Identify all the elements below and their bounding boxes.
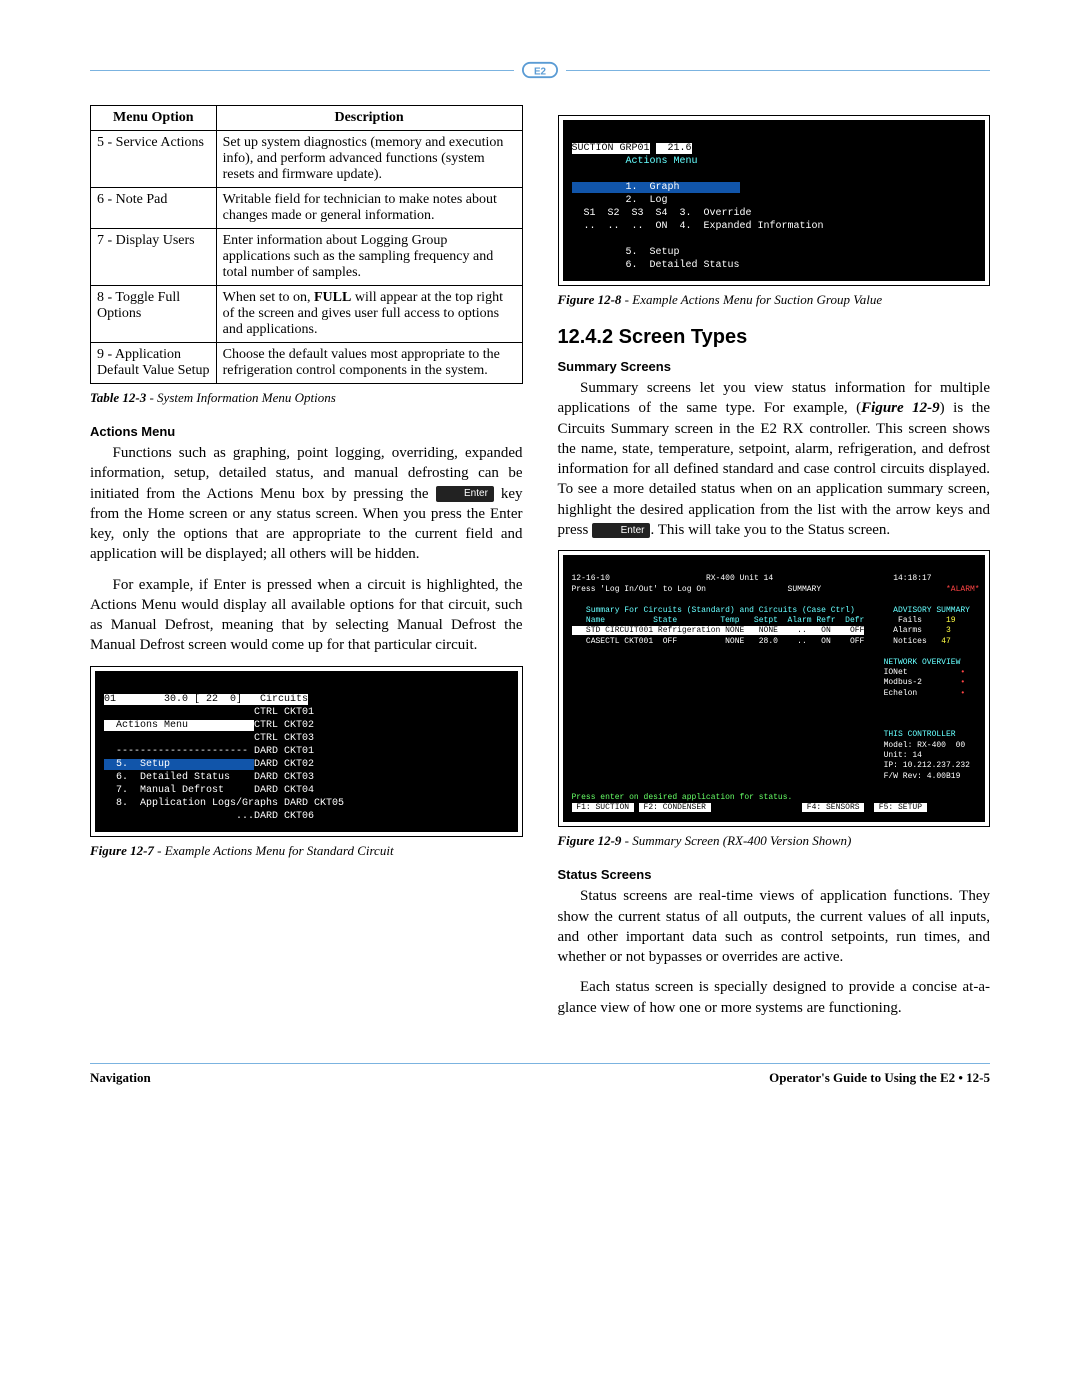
e2-logo-icon: E2 <box>522 60 558 80</box>
body-text: For example, if Enter is pressed when a … <box>90 575 523 656</box>
figure-12-8: SUCTION GRP01 21.6 Actions Menu 1. Graph… <box>558 115 991 286</box>
svg-text:E2: E2 <box>534 67 547 78</box>
enter-key-icon: Enter <box>592 523 650 539</box>
figure-caption: Figure 12-8 - Example Actions Menu for S… <box>558 292 991 308</box>
body-text: Summary screens let you view status info… <box>558 378 991 540</box>
heading-status-screens: Status Screens <box>558 867 991 882</box>
body-text: Status screens are real-time views of ap… <box>558 886 991 967</box>
col-header-desc: Description <box>216 106 522 131</box>
heading-summary-screens: Summary Screens <box>558 359 991 374</box>
footer-left: Navigation <box>90 1070 151 1086</box>
table-row: 7 - Display Users Enter information abou… <box>91 229 523 286</box>
figure-12-9: 12-16-10 RX-400 Unit 14 14:18:17 Press '… <box>558 550 991 827</box>
footer-right: Operator's Guide to Using the E2 • 12-5 <box>769 1070 990 1086</box>
system-info-menu-table: Menu Option Description 5 - Service Acti… <box>90 105 523 384</box>
heading-screen-types: 12.4.2 Screen Types <box>558 326 991 349</box>
header-rule: E2 <box>90 60 990 80</box>
table-row: 9 - Application Default Value Setup Choo… <box>91 343 523 384</box>
col-header-option: Menu Option <box>91 106 217 131</box>
page-footer: Navigation Operator's Guide to Using the… <box>90 1063 990 1086</box>
table-row: 5 - Service Actions Set up system diagno… <box>91 131 523 188</box>
table-row: 6 - Note Pad Writable field for technici… <box>91 188 523 229</box>
table-row: 8 - Toggle Full Options When set to on, … <box>91 286 523 343</box>
figure-caption: Figure 12-7 - Example Actions Menu for S… <box>90 843 523 859</box>
figure-caption: Figure 12-9 - Summary Screen (RX-400 Ver… <box>558 833 991 849</box>
table-caption: Table 12-3 - System Information Menu Opt… <box>90 390 523 406</box>
body-text: Functions such as graphing, point loggin… <box>90 443 523 565</box>
enter-key-icon: Enter <box>436 486 494 502</box>
figure-12-7: 01 30.0 [ 22 0] Circuits CTRL CKT01 Acti… <box>90 666 523 837</box>
body-text: Each status screen is specially designed… <box>558 977 991 1018</box>
heading-actions-menu: Actions Menu <box>90 424 523 439</box>
